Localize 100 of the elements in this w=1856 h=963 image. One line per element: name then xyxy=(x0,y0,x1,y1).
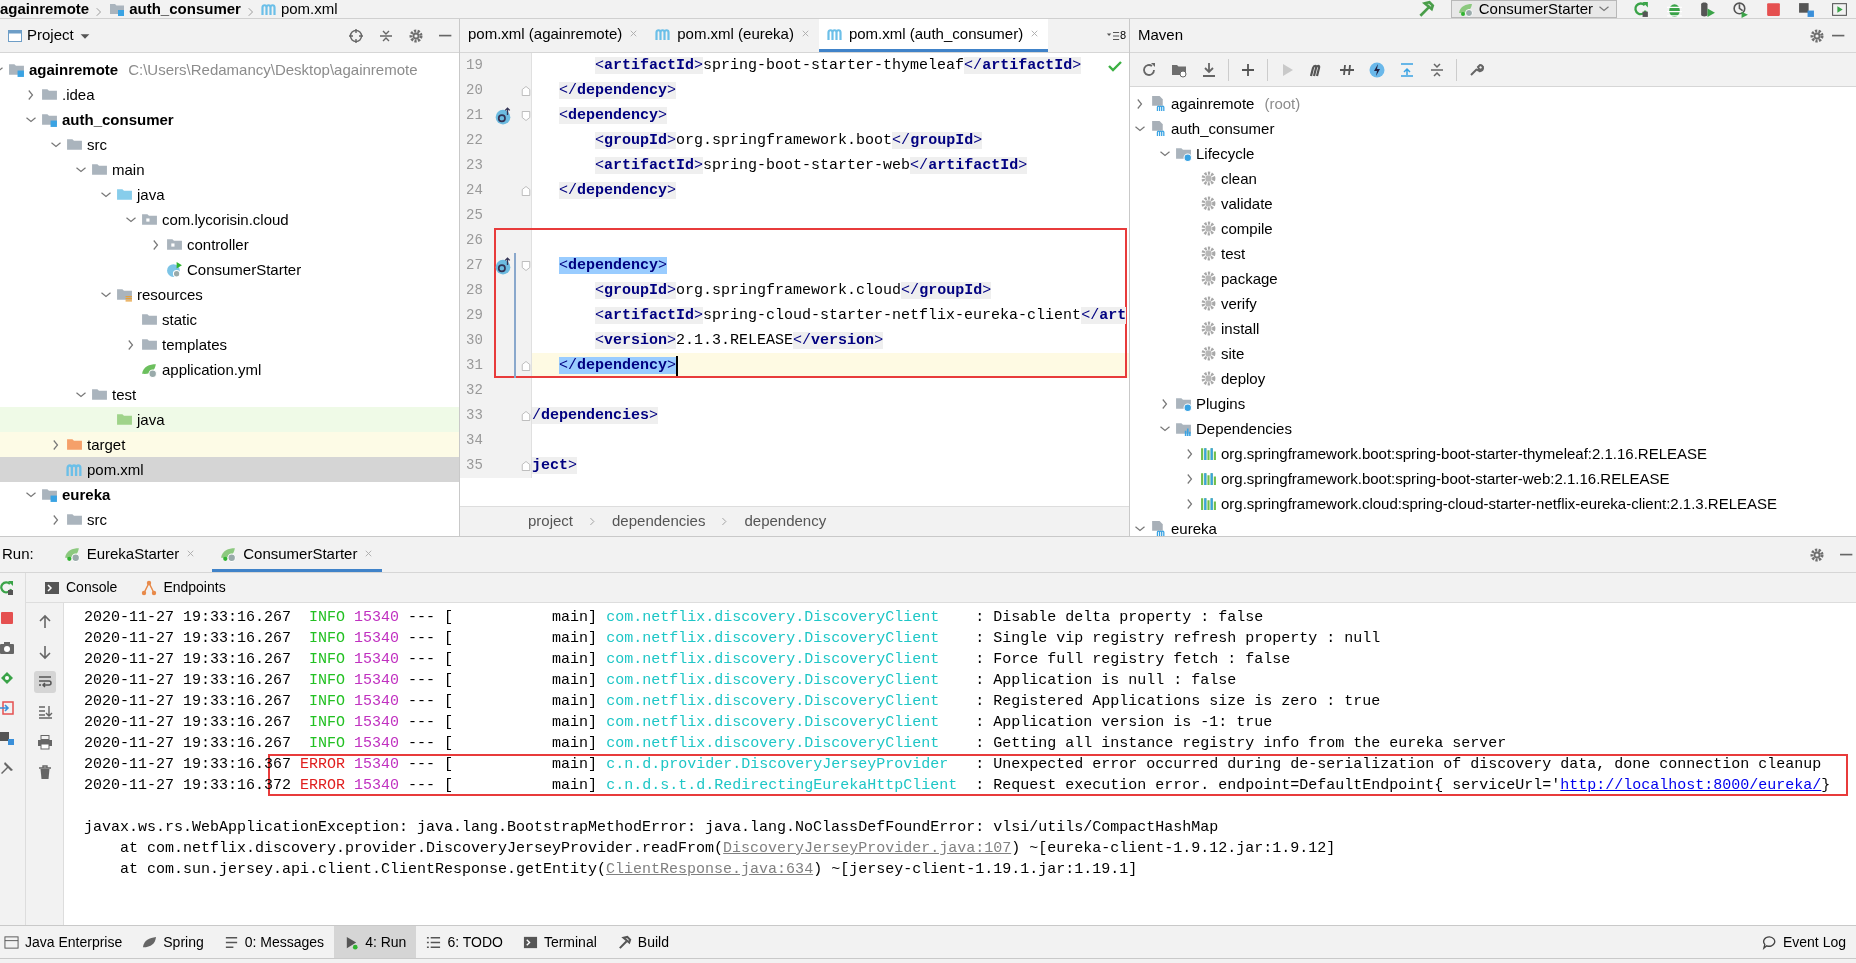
spring-run-icon xyxy=(63,545,81,562)
event-log-button[interactable]: Event Log xyxy=(1751,926,1856,958)
run-window-icon[interactable] xyxy=(1831,1,1848,18)
tree-item[interactable]: eureka xyxy=(0,482,459,507)
tree-item[interactable]: java xyxy=(0,407,459,432)
editor-tab[interactable]: pom.xml (eureka) xyxy=(647,19,819,52)
run-configuration-dropdown[interactable]: ConsumerStarter xyxy=(1450,0,1617,18)
breadcrumb-item[interactable]: auth_consumer xyxy=(109,0,241,18)
override-icon[interactable] xyxy=(494,256,512,275)
tree-item[interactable]: src xyxy=(0,132,459,157)
line-number: 35 xyxy=(465,456,484,475)
expand-all-icon xyxy=(1399,61,1415,78)
breadcrumb-item[interactable]: againremote xyxy=(0,0,90,18)
tree-item[interactable]: com.lycorisin.cloud xyxy=(0,207,459,232)
tree-item[interactable]: pom.xml xyxy=(0,457,459,482)
tree-item[interactable]: main xyxy=(0,157,459,182)
tree-item[interactable]: target xyxy=(0,432,459,457)
folder-icon xyxy=(41,86,58,103)
library-folder-icon xyxy=(1175,420,1192,437)
link[interactable]: DiscoveryJerseyProvider.java:107 xyxy=(723,840,1012,857)
tree-item[interactable]: compile xyxy=(1130,216,1856,241)
gear-icon xyxy=(1200,170,1217,187)
tree-item[interactable]: auth_consumer xyxy=(1130,116,1856,141)
run-tab[interactable]: EurekaStarter xyxy=(55,538,205,572)
tree-item[interactable]: deploy xyxy=(1130,366,1856,391)
tree-item[interactable]: install xyxy=(1130,316,1856,341)
code-line: <artifactId>spring-cloud-starter-netflix-eureka-client</art xyxy=(594,306,1127,326)
folder-icon xyxy=(116,411,133,428)
console-line: at com.netflix.discovery.provider.DiscoveryJerseyProvider.readFrom(DiscoveryJerseyProvider.java:107) ~[eureka-client-1.9.12.jar:1.9.12] xyxy=(119,839,1337,859)
debug-icon[interactable] xyxy=(1666,1,1683,18)
snapshot-icon xyxy=(0,640,15,656)
tree-item[interactable]: .idea xyxy=(0,82,459,107)
override-icon[interactable] xyxy=(494,106,512,125)
tab-list-button[interactable]: 8 xyxy=(1102,24,1129,47)
breadcrumb-item[interactable]: project xyxy=(528,510,574,533)
breadcrumb-item[interactable]: dependency xyxy=(744,510,827,533)
tree-item[interactable]: auth_consumer xyxy=(0,107,459,132)
leaf-icon xyxy=(142,934,158,950)
editor-tab[interactable]: pom.xml (auth_consumer) xyxy=(818,19,1049,52)
tree-item[interactable]: ConsumerStarter xyxy=(0,257,459,282)
tool-window-button[interactable]: Terminal xyxy=(512,926,607,958)
module-folder-icon xyxy=(41,486,58,503)
console-tab[interactable]: Console xyxy=(34,573,128,602)
view-selector[interactable]: Project xyxy=(4,21,95,50)
tree-item[interactable]: java xyxy=(0,182,459,207)
tree-item[interactable]: Dependencies xyxy=(1130,416,1856,441)
add-icon xyxy=(1240,61,1256,78)
run-tab[interactable]: ConsumerStarter xyxy=(212,538,383,572)
console-line: 2020-11-27 19:33:16.267 INFO 15340 --- [ main] com.netflix.discovery.DiscoveryClient : Registered Applications size is zero : true xyxy=(83,692,1382,712)
profiler-icon[interactable] xyxy=(1732,1,1749,18)
code-line: <groupId>org.springframework.boot</groupId> xyxy=(594,131,983,151)
tree-item[interactable]: controller xyxy=(0,232,459,257)
tool-window-button[interactable]: 4: Run xyxy=(334,926,417,958)
folder-icon xyxy=(116,286,133,303)
tree-item[interactable]: templates xyxy=(0,332,459,357)
link[interactable]: ClientResponse.java:634 xyxy=(606,861,814,878)
tree-item[interactable]: org.springframework.boot:spring-boot-starter-thymeleaf:2.1.16.RELEASE xyxy=(1130,441,1856,466)
tool-window-button[interactable]: 0: Messages xyxy=(213,926,335,958)
terminal-icon xyxy=(522,934,538,950)
console-line: 2020-11-27 19:33:16.267 INFO 15340 --- [ main] com.netflix.discovery.DiscoveryClient : Application is null : false xyxy=(83,671,1238,691)
tool-window-button[interactable]: 6: TODO xyxy=(416,926,513,958)
library-icon xyxy=(1200,495,1217,512)
tree-item[interactable]: test xyxy=(1130,241,1856,266)
tree-item[interactable]: static xyxy=(0,307,459,332)
tree-item[interactable]: againremote (root) xyxy=(1130,91,1856,116)
tree-item[interactable]: againremote C:\Users\Redamancy\Desktop\againremote xyxy=(0,57,459,82)
settings-icon xyxy=(1468,61,1484,78)
lightning-icon xyxy=(1369,61,1385,78)
link[interactable]: http://localhost:8000/eureka/ xyxy=(1560,777,1822,794)
console-line: 2020-11-27 19:33:16.267 INFO 15340 --- [ main] com.netflix.discovery.DiscoveryClient : Single vip registry refresh property : null xyxy=(83,629,1382,649)
breadcrumb-item[interactable]: dependencies xyxy=(612,510,706,533)
tree-item[interactable]: validate xyxy=(1130,191,1856,216)
tree-item[interactable]: verify xyxy=(1130,291,1856,316)
tree-item[interactable]: site xyxy=(1130,341,1856,366)
tree-item[interactable]: eureka xyxy=(1130,516,1856,536)
tree-item[interactable]: Plugins xyxy=(1130,391,1856,416)
breadcrumb-item[interactable]: pom.xml xyxy=(260,0,338,18)
tree-item[interactable]: org.springframework.cloud:spring-cloud-starter-netflix-eureka-client:2.1.3.RELEASE xyxy=(1130,491,1856,516)
layout-icon[interactable] xyxy=(1798,1,1815,18)
folder-icon xyxy=(141,336,158,353)
console-tab[interactable]: Endpoints xyxy=(131,573,236,602)
tree-item[interactable]: src xyxy=(0,507,459,532)
tree-item[interactable]: package xyxy=(1130,266,1856,291)
rerun-icon[interactable] xyxy=(1633,1,1650,18)
tree-item[interactable]: resources xyxy=(0,282,459,307)
tree-item[interactable]: org.springframework.boot:spring-boot-starter-web:2.1.16.RELEASE xyxy=(1130,466,1856,491)
coverage-icon[interactable] xyxy=(1699,1,1716,18)
tree-item[interactable]: Lifecycle xyxy=(1130,141,1856,166)
check-icon xyxy=(1107,58,1123,74)
tree-item[interactable]: test xyxy=(0,382,459,407)
tool-window-button[interactable]: Build xyxy=(606,926,679,958)
folder-icon xyxy=(66,136,83,153)
soft-wrap-button[interactable] xyxy=(33,671,56,693)
editor-tab[interactable]: pom.xml (againremote) xyxy=(460,19,648,52)
tree-item[interactable]: application.yml xyxy=(0,357,459,382)
tree-item[interactable]: clean xyxy=(1130,166,1856,191)
tool-window-button[interactable]: Spring xyxy=(132,926,214,958)
panel-title: Maven xyxy=(1138,25,1184,46)
stop-icon[interactable] xyxy=(1765,1,1782,18)
tool-window-button[interactable]: Java Enterprise xyxy=(0,926,133,958)
